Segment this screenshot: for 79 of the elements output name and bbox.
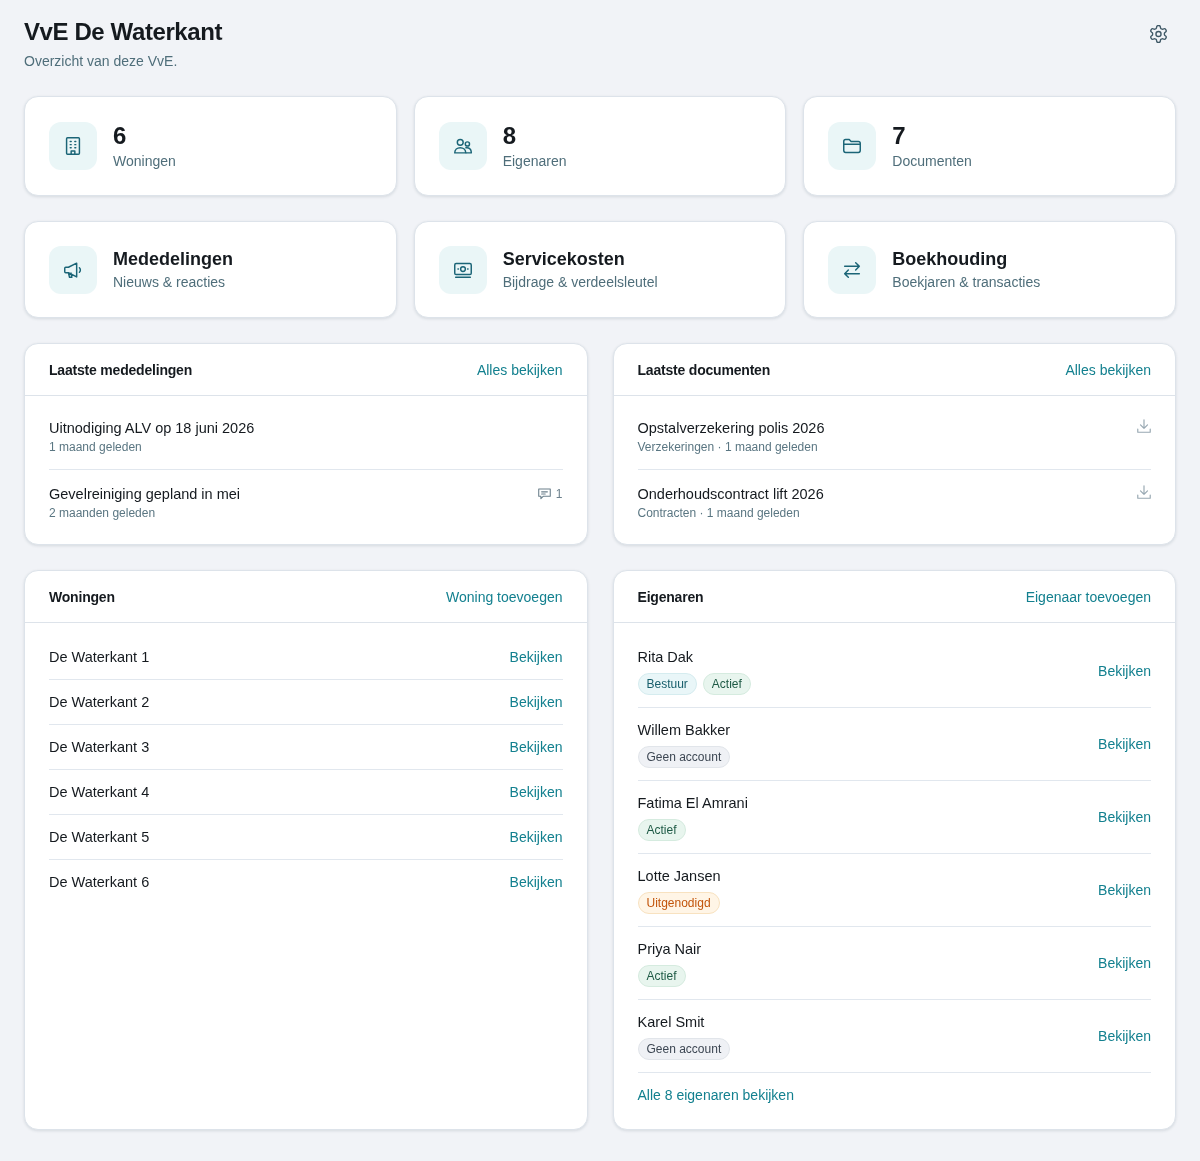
status-tag: Actief [637, 965, 686, 987]
building-icon [49, 122, 97, 170]
shortcut-subtitle: Nieuws & reacties [113, 273, 227, 292]
panel-title: Woningen [49, 588, 115, 605]
view-all-link[interactable]: Alles bekijken [1065, 359, 1151, 380]
download-icon[interactable] [1137, 419, 1151, 433]
status-tag: Geen account [637, 746, 731, 768]
status-tag: Actief [702, 673, 751, 695]
owner-name: Priya Nair [637, 940, 702, 959]
stat-label: Woningen [113, 151, 176, 171]
announcement-title[interactable]: Gevelreiniging gepland in mei [49, 484, 241, 504]
comment-count: 1 [555, 486, 563, 502]
stat-card[interactable]: 8 Eigenaren [413, 96, 787, 196]
settings-icon[interactable] [1150, 25, 1167, 43]
stat-value: 7 [892, 121, 907, 150]
announcement-time: 1 maand geleden [49, 439, 143, 455]
view-link[interactable]: Bekijken [1098, 807, 1151, 827]
stat-card[interactable]: 7 Documenten [803, 96, 1176, 196]
stat-value: 6 [113, 121, 128, 150]
view-link[interactable]: Bekijken [1098, 661, 1151, 681]
stat-label: Eigenaren [502, 151, 567, 171]
add-owner-link[interactable]: Eigenaar toevoegen [1025, 586, 1151, 607]
shortcut-card[interactable]: Servicekosten Bijdrage & verdeelsleutel [413, 221, 787, 318]
page-title: VvE De Waterkant [24, 17, 223, 47]
stat-label: Documenten [892, 151, 972, 171]
announcement-title[interactable]: Uitnodiging ALV op 18 juni 2026 [49, 418, 255, 438]
owner-name: Karel Smit [637, 1013, 706, 1032]
owner-name: Willem Bakker [637, 721, 731, 740]
panel-title: Laatste documenten [637, 361, 771, 378]
shortcut-subtitle: Bijdrage & verdeelsleutel [502, 273, 658, 292]
shortcut-card[interactable]: Mededelingen Nieuws & reacties [24, 221, 397, 318]
status-tag: Bestuur [637, 673, 697, 695]
unit-name: De Waterkant 3 [49, 738, 150, 757]
owner-name: Lotte Jansen [637, 867, 721, 886]
unit-name: De Waterkant 2 [49, 693, 150, 712]
shortcut-subtitle: Boekjaren & transacties [892, 273, 1041, 292]
shortcut-title: Servicekosten [502, 248, 626, 271]
view-link[interactable]: Bekijken [1098, 1026, 1151, 1046]
view-all-link[interactable]: Alles bekijken [476, 359, 563, 380]
unit-name: De Waterkant 4 [49, 783, 150, 802]
add-unit-link[interactable]: Woning toevoegen [446, 586, 563, 607]
document-title[interactable]: Onderhoudscontract lift 2026 [637, 484, 824, 504]
document-meta: Verzekeringen · 1 maand geleden [637, 439, 819, 455]
owner-name: Fatima El Amrani [637, 794, 748, 813]
view-link[interactable]: Bekijken [1098, 953, 1151, 973]
all-owners-link[interactable]: Alle 8 eigenaren bekijken [637, 1073, 794, 1105]
people-icon [438, 122, 487, 170]
megaphone-icon [49, 245, 97, 294]
unit-name: De Waterkant 6 [49, 873, 150, 892]
shortcut-card[interactable]: Boekhouding Boekjaren & transacties [803, 221, 1176, 318]
status-tag: Uitgenodigd [637, 892, 720, 914]
shortcut-title: Mededelingen [113, 248, 233, 271]
status-tag: Geen account [637, 1038, 731, 1060]
view-link[interactable]: Bekijken [509, 692, 563, 712]
status-tag: Actief [637, 819, 686, 841]
announcement-time: 2 maanden geleden [49, 505, 157, 521]
page-subtitle: Overzicht van deze VvE. [24, 52, 179, 71]
arrows-icon [828, 245, 877, 294]
document-meta: Contracten · 1 maand geleden [637, 505, 801, 521]
folder-icon [828, 122, 877, 170]
owner-name: Rita Dak [637, 648, 695, 667]
view-link[interactable]: Bekijken [509, 782, 563, 802]
comment-icon [537, 488, 551, 500]
view-link[interactable]: Bekijken [509, 872, 563, 892]
view-link[interactable]: Bekijken [1098, 734, 1151, 754]
view-link[interactable]: Bekijken [509, 737, 563, 757]
panel-title: Laatste mededelingen [49, 361, 193, 378]
stat-value: 8 [502, 121, 517, 150]
view-link[interactable]: Bekijken [509, 647, 563, 667]
stat-card[interactable]: 6 Woningen [24, 96, 397, 196]
banknote-icon [438, 245, 487, 294]
document-title[interactable]: Opstalverzekering polis 2026 [637, 418, 825, 438]
unit-name: De Waterkant 1 [49, 648, 150, 667]
download-icon[interactable] [1137, 485, 1151, 499]
view-link[interactable]: Bekijken [1098, 880, 1151, 900]
view-link[interactable]: Bekijken [509, 827, 563, 847]
panel-title: Eigenaren [637, 588, 704, 605]
shortcut-title: Boekhouding [892, 248, 1009, 271]
unit-name: De Waterkant 5 [49, 828, 150, 847]
